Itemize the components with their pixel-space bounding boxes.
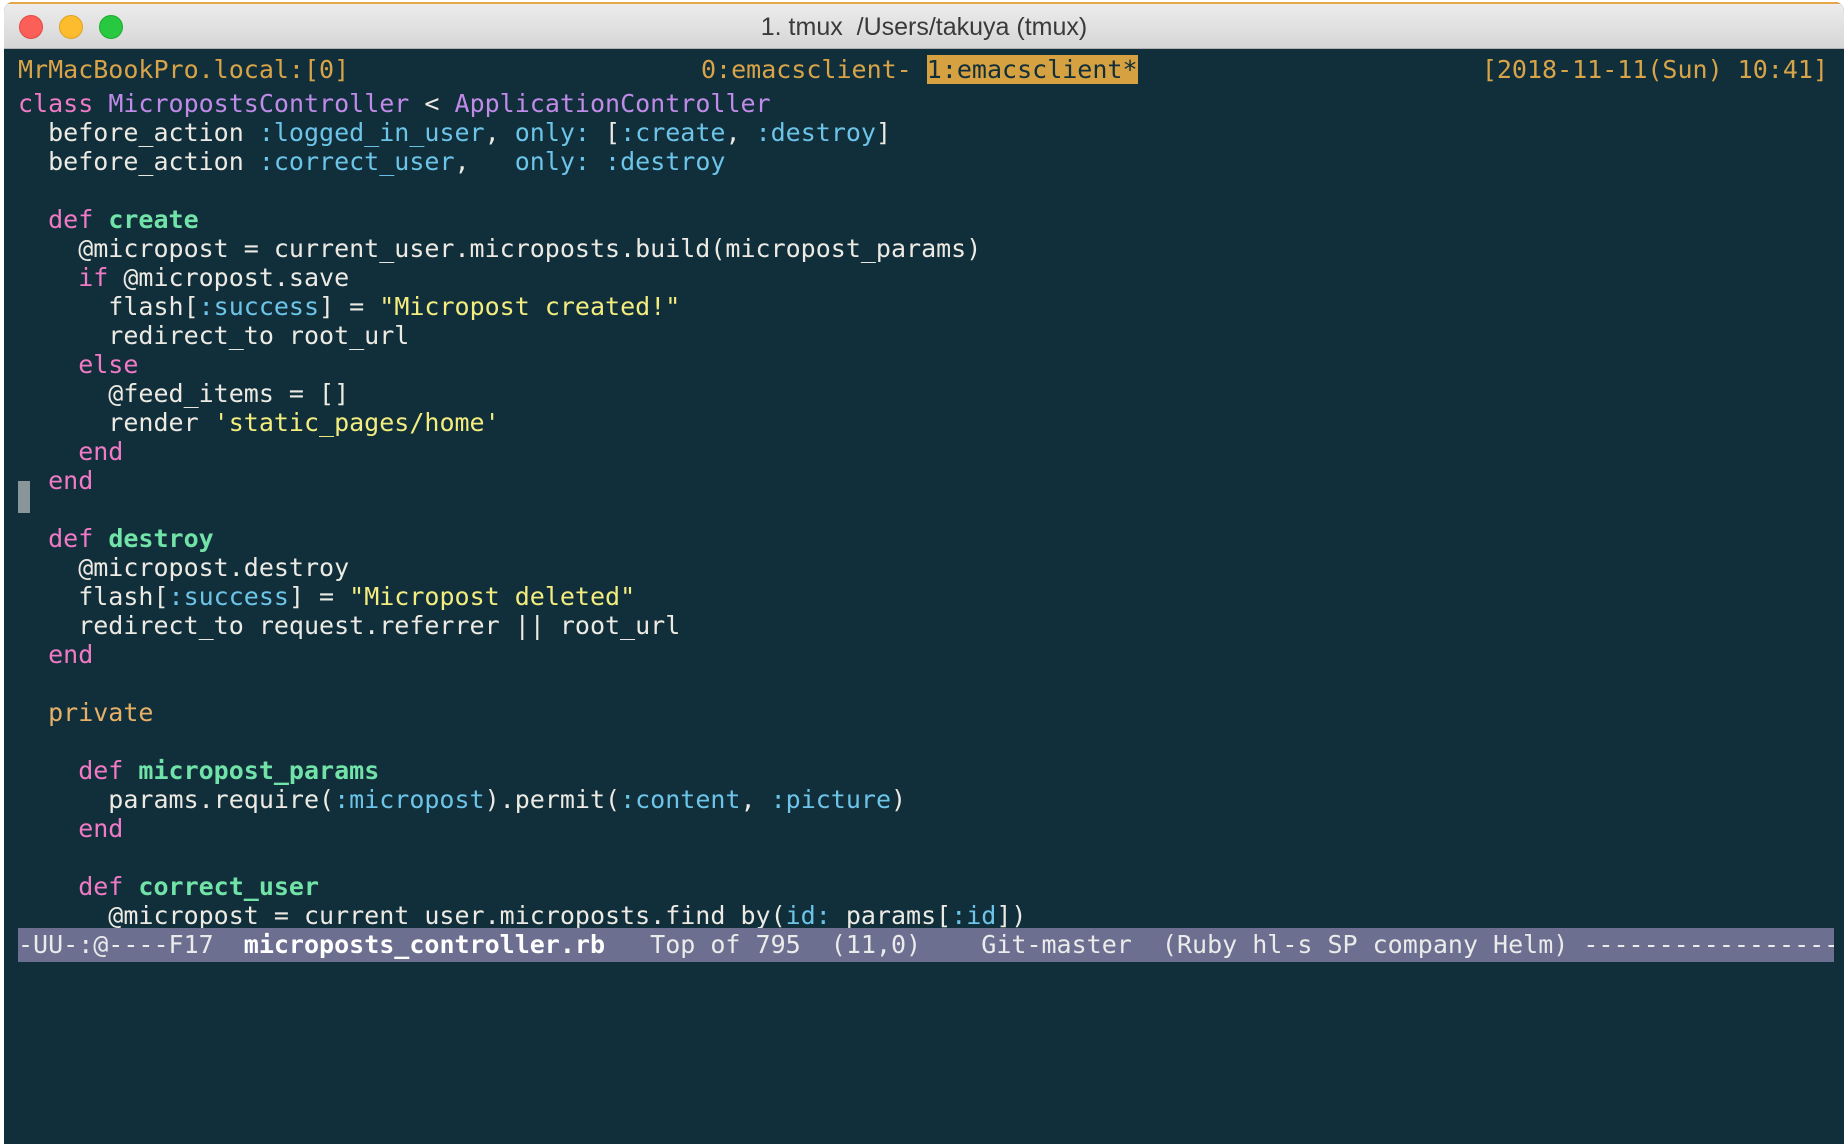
code-line-3: before_action :correct_user, only: :dest… bbox=[18, 147, 726, 176]
tmux-session-name: MrMacBookPro.local:[0] bbox=[18, 55, 350, 84]
mode-line-state: -UU-:@----F17 bbox=[18, 930, 244, 959]
terminal-content[interactable]: MrMacBookPro.local:[0] 0:emacsclient- 1:… bbox=[12, 53, 1836, 1144]
code-line-26: end bbox=[18, 814, 124, 843]
title-bar: 1. tmux /Users/takuya (tmux) bbox=[4, 2, 1844, 49]
code-line-25: params.require(:micropost).permit(:conte… bbox=[18, 785, 907, 814]
tmux-status-bar: MrMacBookPro.local:[0] 0:emacsclient- 1:… bbox=[18, 53, 1836, 87]
minibuffer[interactable] bbox=[18, 962, 1836, 1000]
emacs-mode-line[interactable]: -UU-:@----F17 microposts_controller.rb T… bbox=[18, 928, 1834, 962]
code-line-19: redirect_to request.referrer || root_url bbox=[18, 611, 681, 640]
mode-line-position-and-modes: Top of 795 (11,0) Git-master (Ruby hl-s … bbox=[605, 930, 1584, 959]
mode-line-filename: microposts_controller.rb bbox=[243, 930, 606, 959]
window-title: 1. tmux /Users/takuya (tmux) bbox=[760, 13, 1088, 41]
terminal-window: 1. tmux /Users/takuya (tmux) MrMacBookPr… bbox=[4, 2, 1844, 1144]
tmux-window-1-active[interactable]: 1:emacsclient* bbox=[926, 55, 1138, 84]
tmux-window-0[interactable]: 0:emacsclient- bbox=[701, 55, 912, 84]
tmux-window-list: 0:emacsclient- 1:emacsclient* bbox=[701, 53, 1138, 87]
tmux-datetime: [2018-11-11(Sun) 10:41] bbox=[1481, 55, 1828, 84]
mode-line-fill: ----------------------------------------… bbox=[1583, 930, 1834, 959]
code-line-22: private bbox=[18, 698, 154, 727]
code-line-20: end bbox=[18, 640, 94, 669]
code-line-14: end bbox=[18, 466, 94, 495]
